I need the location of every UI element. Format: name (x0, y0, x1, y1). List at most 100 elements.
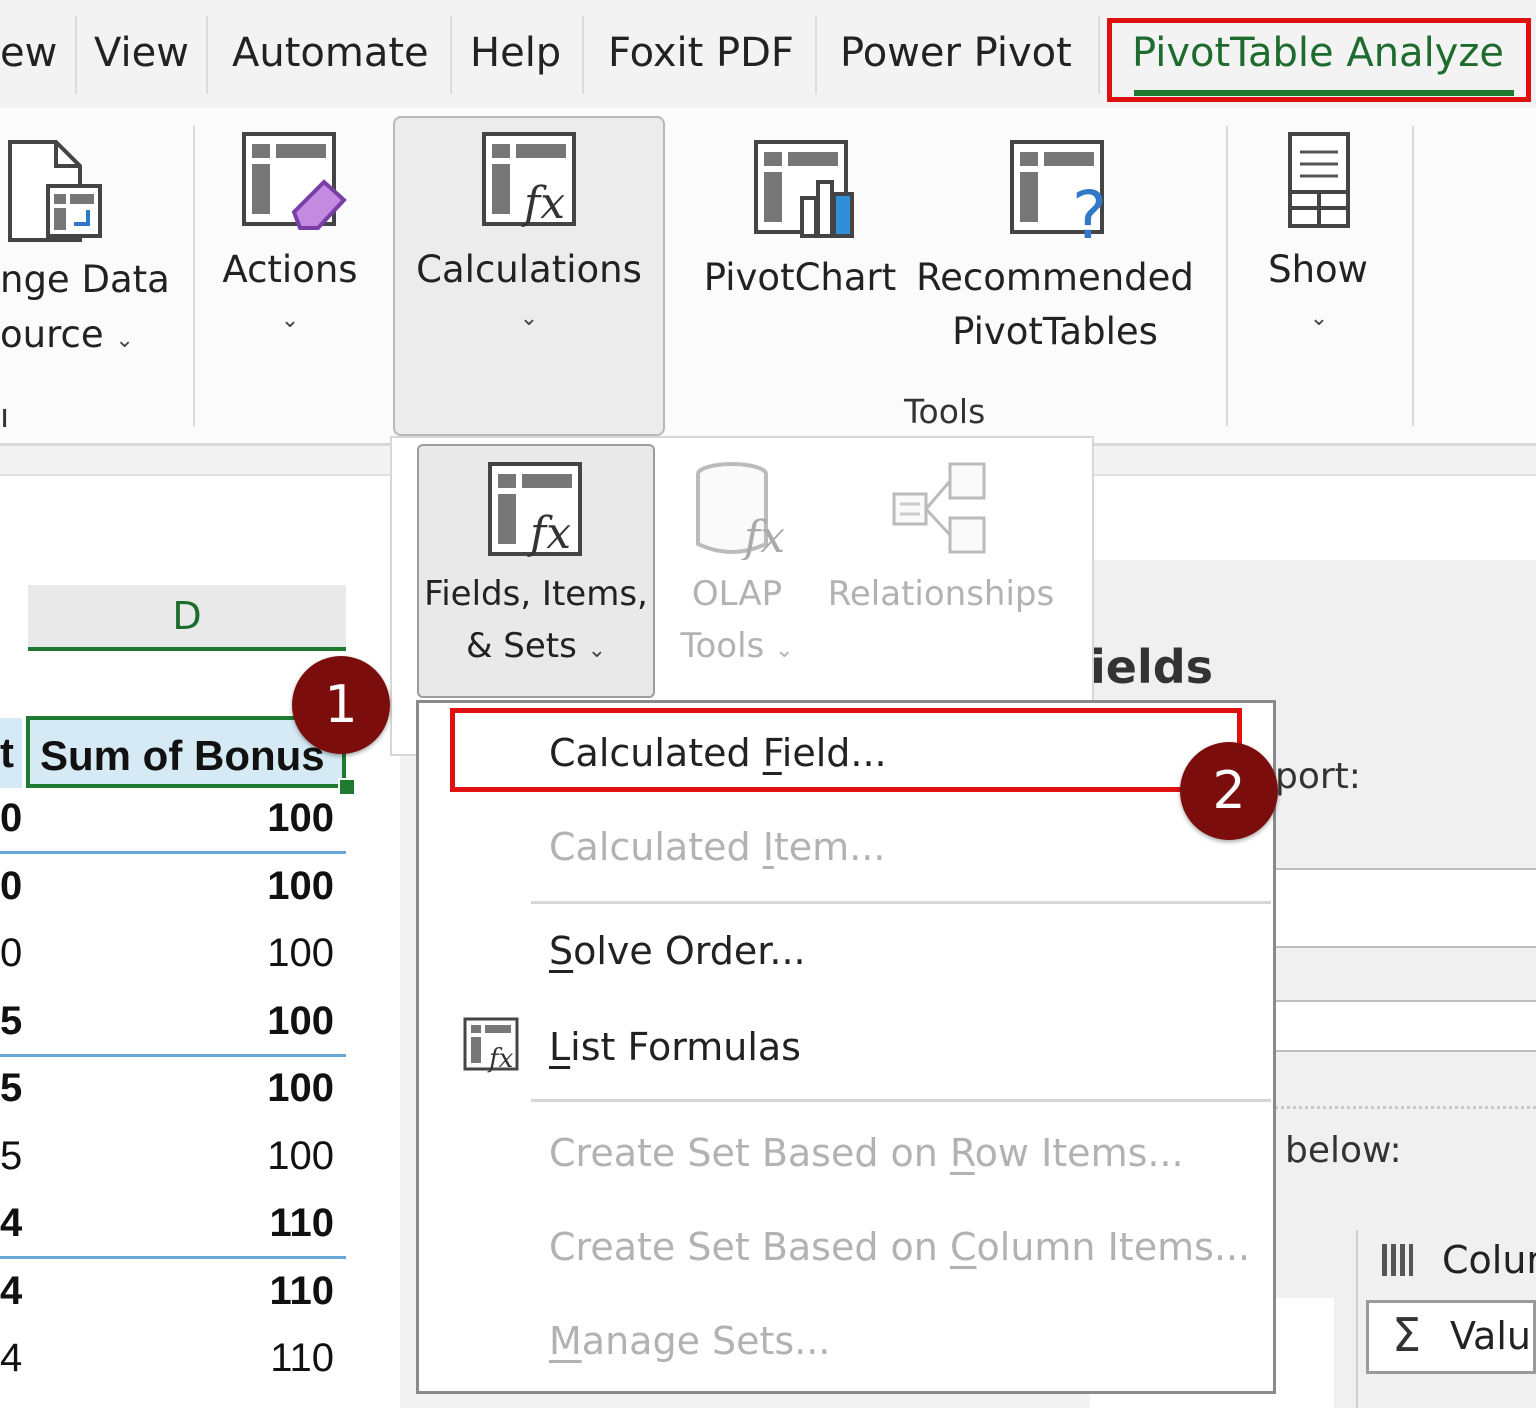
fields-items-sets-label-2: & Sets (465, 626, 577, 666)
row-label-fragment[interactable]: 5 (0, 1134, 22, 1179)
tab-review[interactable]: ew (0, 30, 57, 76)
chevron-down-icon: ⌄ (1309, 306, 1329, 331)
area-divider (1356, 1230, 1358, 1408)
change-data-source-button[interactable]: ource ⌄ (0, 313, 134, 356)
menu-text: olumn Items... (976, 1225, 1251, 1269)
row-label-fragment[interactable]: 0 (0, 796, 22, 841)
pivot-fields-title: ields (1090, 640, 1214, 694)
ribbon-tab-bar: ew View Automate Help Foxit PDF Power Pi… (0, 0, 1536, 108)
row-value-cell[interactable]: 110 (200, 1336, 334, 1381)
svg-text:fx: fx (527, 508, 571, 559)
show-button[interactable]: Show (1260, 248, 1376, 291)
calculations-label: Calculations (416, 248, 642, 291)
tab-power-pivot[interactable]: Power Pivot (840, 30, 1072, 76)
change-data-source-label-1[interactable]: nge Data (0, 258, 170, 301)
menu-accelerator: L (549, 1025, 571, 1069)
menu-item-list-formulas[interactable]: List Formulas (549, 1025, 801, 1069)
menu-text: tem... (773, 825, 886, 869)
columns-area-label: Colur (1442, 1238, 1536, 1282)
row-label-fragment[interactable]: 5 (0, 1066, 22, 1111)
ribbon: nge Data ource ⌄ ı Actions ⌄ fx Calculat… (0, 108, 1536, 446)
column-header-d[interactable]: D (28, 585, 346, 651)
olap-tools-label-2-row: Tools ⌄ (662, 626, 812, 666)
recommended-pivottables-label-2[interactable]: PivotTables (914, 310, 1196, 353)
menu-accelerator: S (549, 929, 574, 973)
list-formulas-icon: fx (463, 1017, 523, 1077)
step-badge-2: 2 (1180, 742, 1278, 840)
menu-text: olve Order... (573, 929, 806, 973)
tab-separator (815, 16, 817, 94)
pivotchart-button[interactable]: PivotChart (702, 256, 898, 299)
relationships-label: Relationships (827, 574, 1055, 614)
ribbon-group-separator (193, 126, 195, 426)
menu-text: Calculated (549, 825, 763, 869)
field-list[interactable] (1270, 1000, 1536, 1052)
tools-group-label: Tools (904, 392, 986, 431)
change-data-source-label-2: ource (0, 313, 104, 356)
fill-handle[interactable] (338, 778, 356, 796)
step-badge-1: 1 (292, 656, 390, 754)
row-label-fragment[interactable]: 5 (0, 999, 22, 1044)
svg-text:?: ? (1072, 177, 1107, 242)
recommended-pivottables-icon: ? (1008, 138, 1118, 254)
svg-text:fx: fx (521, 178, 565, 229)
menu-accelerator: I (762, 825, 774, 869)
drag-fields-label: below: (1285, 1130, 1402, 1171)
row-value-cell[interactable]: 100 (200, 1134, 334, 1179)
svg-text:fx: fx (741, 512, 785, 560)
recommended-pivottables-label-1[interactable]: Recommended (914, 256, 1196, 299)
row-label-fragment[interactable]: 0 (0, 864, 22, 909)
menu-text: Create Set Based on (549, 1131, 950, 1175)
pivotchart-icon (752, 138, 862, 246)
row-value-cell[interactable]: 110 (200, 1201, 334, 1246)
olap-tools-label-2: Tools (680, 626, 765, 666)
values-field-label: Valu (1450, 1314, 1531, 1358)
ribbon-group-separator (1226, 126, 1228, 426)
tab-help[interactable]: Help (470, 30, 561, 76)
chevron-down-icon: ⌄ (115, 328, 134, 353)
menu-text: ow Items... (974, 1131, 1184, 1175)
menu-text: Create Set Based on (549, 1225, 950, 1269)
row-label-fragment[interactable]: 4 (0, 1201, 22, 1246)
row-label-fragment[interactable]: 4 (0, 1336, 22, 1381)
group-label-fragment: ı (0, 396, 10, 435)
olap-tools-icon: fx (692, 460, 792, 564)
actions-icon (240, 130, 350, 244)
row-value-cell[interactable]: 100 (200, 931, 334, 976)
row-value-cell[interactable]: 100 (200, 796, 334, 841)
row-value-cell[interactable]: 110 (200, 1269, 334, 1314)
group-rule (0, 1256, 346, 1259)
relationships-icon (892, 460, 992, 564)
tab-view[interactable]: View (94, 30, 189, 76)
row-value-cell[interactable]: 100 (200, 864, 334, 909)
tab-separator (450, 16, 452, 94)
menu-item-manage-sets[interactable]: Manage Sets... (549, 1319, 830, 1363)
row-label-fragment[interactable]: 4 (0, 1269, 22, 1314)
menu-text: ist Formulas (570, 1025, 801, 1069)
row-label-fragment[interactable]: 0 (0, 931, 22, 976)
menu-item-create-set-row[interactable]: Create Set Based on Row Items... (549, 1131, 1184, 1175)
actions-label[interactable]: Actions (220, 248, 360, 291)
highlight-box-tab (1107, 18, 1531, 102)
menu-item-create-set-column[interactable]: Create Set Based on Column Items... (549, 1225, 1250, 1269)
header-cell-left-fragment[interactable]: t (0, 718, 22, 788)
columns-area-icon (1380, 1240, 1414, 1284)
olap-tools-label-1: OLAP (691, 574, 783, 614)
fields-items-sets-menu: Calculated Field... Calculated Item... S… (416, 700, 1276, 1394)
row-value-cell[interactable]: 100 (200, 1066, 334, 1111)
fields-items-sets-fx-icon: fx (486, 460, 586, 564)
menu-item-solve-order[interactable]: Solve Order... (549, 929, 806, 973)
row-value-cell[interactable]: 100 (200, 999, 334, 1044)
tab-foxit-pdf[interactable]: Foxit PDF (608, 30, 794, 76)
search-field[interactable] (1270, 868, 1536, 948)
tab-separator (206, 16, 208, 94)
tab-automate[interactable]: Automate (232, 30, 429, 76)
menu-item-calculated-item[interactable]: Calculated Item... (549, 825, 885, 869)
chevron-down-icon: ⌄ (519, 306, 539, 331)
sigma-icon: Σ (1392, 1308, 1422, 1362)
chevron-down-icon: ⌄ (587, 638, 607, 663)
pane-divider (1270, 1106, 1536, 1109)
ribbon-group-separator (1412, 126, 1414, 426)
menu-separator (531, 901, 1271, 904)
change-data-source-icon (6, 138, 106, 252)
